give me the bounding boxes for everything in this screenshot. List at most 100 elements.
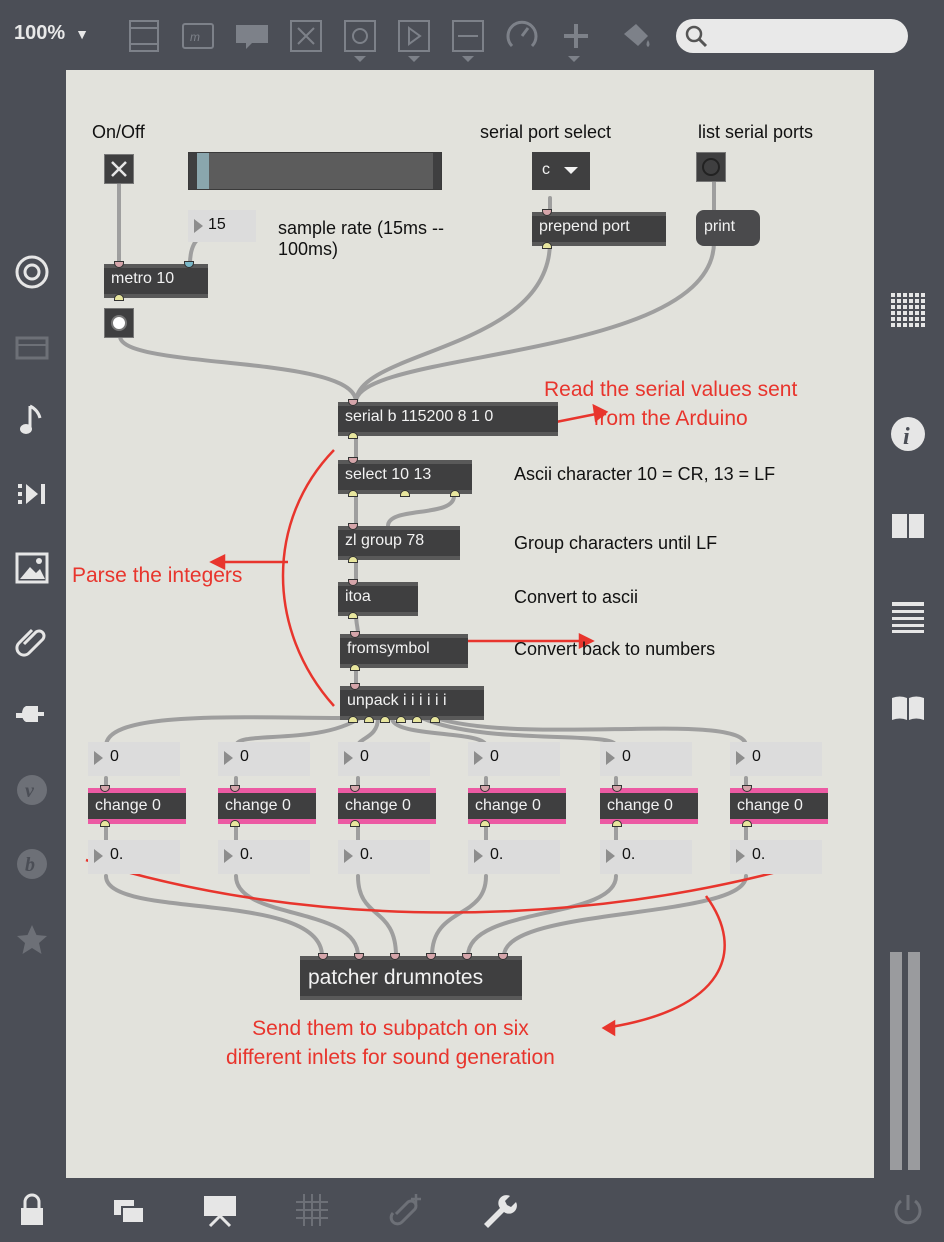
list-ports-button[interactable] bbox=[696, 152, 726, 182]
itoa-object[interactable]: itoa bbox=[338, 579, 418, 619]
change-object[interactable]: change 0 bbox=[600, 785, 698, 827]
windows-icon[interactable] bbox=[110, 1190, 150, 1230]
search-input[interactable] bbox=[676, 19, 908, 53]
output-value: 0. bbox=[752, 846, 766, 863]
change-object[interactable]: change 0 bbox=[88, 785, 186, 827]
close-icon bbox=[111, 161, 127, 177]
target-icon[interactable] bbox=[12, 252, 52, 292]
prepend-port-object[interactable]: prepend port bbox=[532, 209, 666, 249]
unpack-object[interactable]: unpack i i i i i i bbox=[340, 683, 484, 723]
bottom-bar bbox=[0, 1178, 944, 1242]
plug-icon[interactable] bbox=[12, 696, 52, 736]
metro-object[interactable]: metro 10 bbox=[104, 261, 208, 301]
grid-icon[interactable] bbox=[888, 290, 928, 330]
input-value: 0 bbox=[240, 748, 249, 765]
change-label: change 0 bbox=[345, 797, 411, 814]
change-object[interactable]: change 0 bbox=[218, 785, 316, 827]
number-triangle-icon bbox=[736, 849, 745, 863]
wrench-icon[interactable] bbox=[478, 1190, 518, 1230]
search-icon bbox=[685, 25, 708, 48]
device-icon[interactable] bbox=[12, 328, 52, 368]
number-triangle-icon bbox=[474, 751, 483, 765]
serial-port-menu[interactable]: c bbox=[532, 152, 590, 190]
attach-plus-icon[interactable] bbox=[386, 1190, 426, 1230]
chevron-down-icon bbox=[408, 56, 420, 62]
input-value: 0 bbox=[110, 748, 119, 765]
select-object[interactable]: select 10 13 bbox=[338, 457, 472, 497]
sample-rate-slider[interactable] bbox=[188, 152, 442, 190]
number-triangle-icon bbox=[94, 751, 103, 765]
star-icon[interactable] bbox=[12, 920, 52, 960]
list-icon[interactable] bbox=[888, 596, 928, 636]
dial-object-icon[interactable] bbox=[504, 18, 540, 54]
plus-icon[interactable] bbox=[558, 18, 594, 54]
image-icon[interactable] bbox=[12, 548, 52, 588]
output-number[interactable]: 0. bbox=[218, 840, 310, 874]
annotation-send: Send them to subpatch on six different i… bbox=[226, 1017, 555, 1069]
patcher-list-icon[interactable] bbox=[126, 18, 162, 54]
button-object-icon[interactable] bbox=[342, 18, 378, 54]
patcher-drumnotes-object[interactable]: patcher drumnotes bbox=[300, 953, 522, 1000]
b-circle-icon[interactable]: b bbox=[12, 844, 52, 884]
unpack-label: unpack i i i i i i bbox=[347, 692, 447, 709]
input-number[interactable]: 0 bbox=[88, 742, 180, 776]
serial-label: serial b 115200 8 1 0 bbox=[345, 408, 494, 425]
label-serial-port-select: serial port select bbox=[480, 122, 612, 142]
input-number[interactable]: 0 bbox=[730, 742, 822, 776]
number-triangle-icon bbox=[224, 751, 233, 765]
comment-icon[interactable]: m bbox=[180, 18, 216, 54]
input-value: 0 bbox=[490, 748, 499, 765]
media-play-icon[interactable] bbox=[12, 474, 52, 514]
change-object[interactable]: change 0 bbox=[468, 785, 566, 827]
change-object[interactable]: change 0 bbox=[730, 785, 828, 827]
change-label: change 0 bbox=[225, 797, 291, 814]
input-number[interactable]: 0 bbox=[468, 742, 560, 776]
paint-bucket-icon[interactable] bbox=[618, 18, 654, 54]
output-number[interactable]: 0. bbox=[338, 840, 430, 874]
output-number[interactable]: 0. bbox=[600, 840, 692, 874]
info-icon[interactable]: i bbox=[888, 414, 928, 454]
slider-object-icon[interactable] bbox=[450, 18, 486, 54]
bang-button[interactable] bbox=[104, 308, 134, 338]
fromsymbol-object[interactable]: fromsymbol bbox=[340, 631, 468, 671]
presentation-icon[interactable] bbox=[200, 1190, 240, 1230]
power-icon[interactable] bbox=[888, 1190, 928, 1230]
patcher-label: patcher drumnotes bbox=[308, 966, 484, 989]
svg-text:v: v bbox=[25, 780, 35, 802]
paperclip-icon[interactable] bbox=[12, 622, 52, 662]
on-off-toggle[interactable] bbox=[104, 154, 134, 184]
play-object-icon[interactable] bbox=[396, 18, 432, 54]
number-triangle-icon bbox=[344, 849, 353, 863]
zoom-value: 100% bbox=[14, 22, 66, 44]
input-number[interactable]: 0 bbox=[600, 742, 692, 776]
fromsymbol-label: fromsymbol bbox=[347, 640, 430, 657]
change-label: change 0 bbox=[737, 797, 803, 814]
change-object[interactable]: change 0 bbox=[338, 785, 436, 827]
output-number[interactable]: 0. bbox=[88, 840, 180, 874]
serial-object[interactable]: serial b 115200 8 1 0 bbox=[338, 399, 558, 439]
label-convert-ascii: Convert to ascii bbox=[514, 587, 639, 607]
v-circle-icon[interactable]: v bbox=[12, 770, 52, 810]
output-number[interactable]: 0. bbox=[730, 840, 822, 874]
input-number[interactable]: 0 bbox=[338, 742, 430, 776]
book-columns-icon[interactable] bbox=[888, 506, 928, 546]
output-value: 0. bbox=[240, 846, 254, 863]
lock-icon[interactable] bbox=[12, 1190, 52, 1230]
number-triangle-icon bbox=[194, 219, 203, 233]
patcher-canvas[interactable]: On/Off serial port select list serial po… bbox=[66, 70, 874, 1178]
sample-rate-number[interactable]: 15 bbox=[188, 210, 256, 242]
menu-value: c bbox=[542, 161, 550, 178]
open-book-icon[interactable] bbox=[888, 688, 928, 728]
input-number[interactable]: 0 bbox=[218, 742, 310, 776]
message-bubble-icon[interactable] bbox=[234, 18, 270, 54]
toolbar: 100% ▼ m bbox=[0, 0, 944, 70]
zoom-menu[interactable]: 100% ▼ bbox=[14, 22, 89, 45]
music-note-icon[interactable] bbox=[12, 400, 52, 440]
print-message[interactable]: print bbox=[696, 210, 760, 246]
label-on-off: On/Off bbox=[92, 122, 145, 142]
change-label: change 0 bbox=[475, 797, 541, 814]
toggle-object-icon[interactable] bbox=[288, 18, 324, 54]
zl-group-object[interactable]: zl group 78 bbox=[338, 523, 460, 563]
output-number[interactable]: 0. bbox=[468, 840, 560, 874]
grid-snap-icon[interactable] bbox=[292, 1190, 332, 1230]
